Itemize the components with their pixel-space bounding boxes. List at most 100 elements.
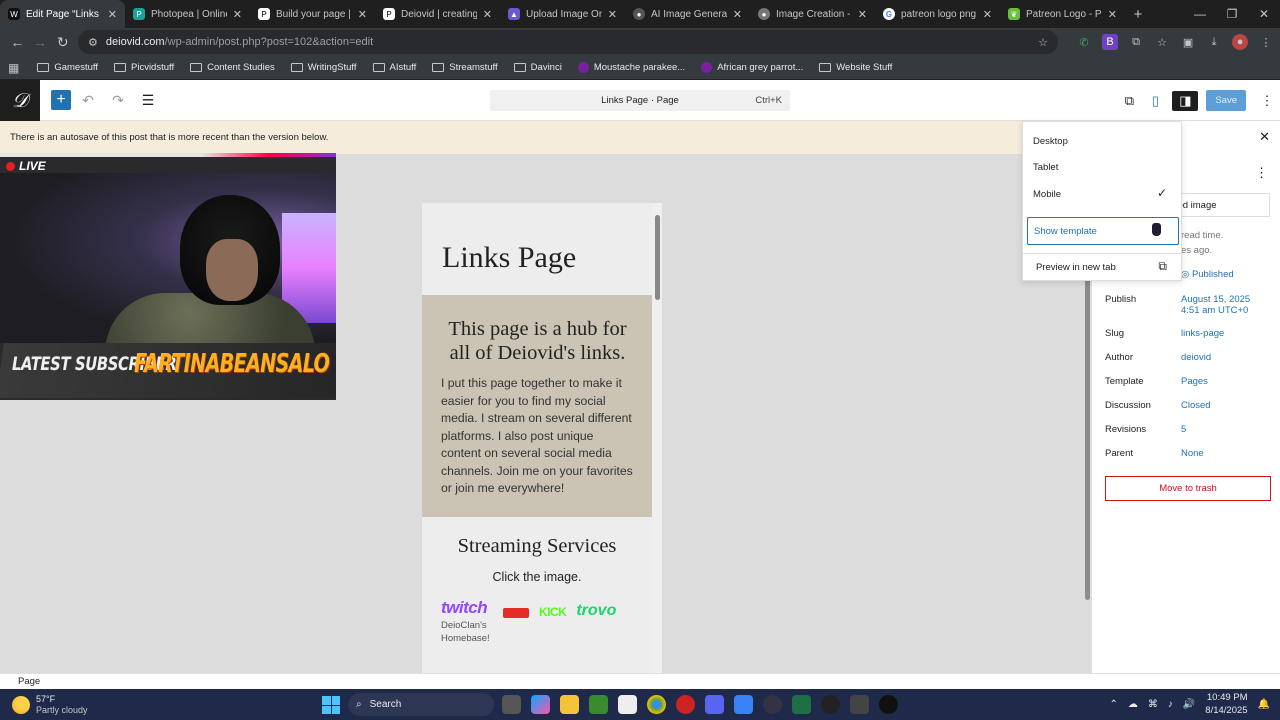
- close-tab-icon[interactable]: ✕: [1108, 8, 1117, 21]
- sidebar-options-icon[interactable]: ⋮: [1255, 165, 1268, 181]
- microphone-icon[interactable]: ♪: [1168, 699, 1173, 710]
- profile-avatar[interactable]: ●: [1232, 34, 1249, 50]
- mobile-preview-icon[interactable]: ▯: [1142, 93, 1168, 109]
- close-tab-icon[interactable]: ✕: [233, 8, 242, 21]
- command-palette-button[interactable]: Links Page · Page Ctrl+K: [490, 90, 790, 111]
- author-row[interactable]: Author deiovid: [1105, 352, 1275, 363]
- bookmark-writingstuff[interactable]: WritingStuff: [290, 62, 357, 73]
- tab-patreon-logo[interactable]: ❦ Patreon Logo - Patre ✕: [1000, 0, 1125, 28]
- close-tab-icon[interactable]: ✕: [983, 8, 992, 21]
- puzzle-icon[interactable]: ⧉: [1128, 34, 1144, 50]
- network-icon[interactable]: ⌘: [1148, 699, 1158, 710]
- onedrive-icon[interactable]: ☁: [1128, 699, 1138, 710]
- volume-icon[interactable]: 🔊: [1183, 699, 1195, 710]
- windows-start-icon[interactable]: [322, 696, 340, 714]
- revisions-row[interactable]: Revisions 5: [1105, 424, 1275, 435]
- close-tab-icon[interactable]: ✕: [483, 8, 492, 21]
- fingerprint-app-icon[interactable]: [763, 695, 782, 714]
- forward-icon[interactable]: →: [29, 30, 52, 54]
- bookmark-content-studies[interactable]: Content Studies: [190, 62, 275, 73]
- site-info-icon[interactable]: ⚙: [88, 36, 98, 49]
- document-overview-icon[interactable]: ☰: [135, 92, 161, 109]
- tab-patreon-build[interactable]: P Build your page | Patreon ✕: [250, 0, 375, 28]
- menu-item-tablet[interactable]: Tablet: [1033, 162, 1058, 173]
- preview-scrollbar[interactable]: [652, 203, 662, 673]
- click-instruction[interactable]: Click the image.: [422, 570, 652, 584]
- bookmark-website-stuff[interactable]: Website Stuff: [819, 62, 892, 73]
- bookmark-star-icon[interactable]: ☆: [1038, 36, 1048, 49]
- save-button[interactable]: Save: [1206, 90, 1246, 111]
- discussion-row[interactable]: Discussion Closed: [1105, 400, 1275, 411]
- copilot-app-icon[interactable]: [531, 695, 550, 714]
- back-icon[interactable]: ←: [6, 30, 29, 54]
- drive-app-icon[interactable]: [618, 695, 637, 714]
- close-tab-icon[interactable]: ✕: [608, 8, 617, 21]
- phone-extension-icon[interactable]: ✆: [1076, 34, 1092, 50]
- tab-edit-page[interactable]: W Edit Page “Links Page” ✕: [0, 0, 125, 28]
- close-sidebar-icon[interactable]: ✕: [1259, 129, 1270, 145]
- tab-photopea[interactable]: P Photopea | Online Photo ✕: [125, 0, 250, 28]
- reload-icon[interactable]: ↻: [51, 30, 74, 54]
- menu-item-mobile[interactable]: Mobile: [1033, 189, 1061, 200]
- breadcrumb[interactable]: Page: [18, 676, 40, 687]
- twitch-logo-block[interactable]: twitch DeioClan's Homebase!: [441, 598, 493, 646]
- close-tab-icon[interactable]: ✕: [733, 8, 742, 21]
- restore-icon[interactable]: ❐: [1216, 0, 1248, 28]
- view-page-icon[interactable]: ⧉: [1116, 93, 1142, 109]
- publish-row[interactable]: Publish August 15, 2025 4:51 am UTC+0: [1105, 294, 1275, 316]
- menu-item-desktop[interactable]: Desktop: [1033, 136, 1068, 147]
- minimize-icon[interactable]: —: [1184, 0, 1216, 28]
- explorer-app-icon[interactable]: [502, 695, 521, 714]
- close-tab-icon[interactable]: ✕: [858, 8, 867, 21]
- template-row[interactable]: Template Pages: [1105, 376, 1275, 387]
- new-tab-button[interactable]: +: [1125, 0, 1151, 28]
- settings-sidebar-icon[interactable]: ◨: [1172, 90, 1199, 111]
- trovo-logo[interactable]: trovo: [576, 602, 616, 620]
- minecraft-app-icon[interactable]: [589, 695, 608, 714]
- close-window-icon[interactable]: ✕: [1248, 0, 1280, 28]
- slug-row[interactable]: Slug links-page: [1105, 328, 1275, 339]
- clock[interactable]: 10:49 PM 8/14/2025: [1205, 692, 1247, 717]
- files-app-icon[interactable]: [560, 695, 579, 714]
- chrome-app-icon[interactable]: [647, 695, 666, 714]
- hub-paragraph[interactable]: I put this page together to make it easi…: [441, 375, 634, 497]
- kick-logo[interactable]: KICK: [539, 605, 567, 619]
- tab-google-search[interactable]: G patreon logo png - G ✕: [875, 0, 1000, 28]
- discord-app-icon[interactable]: [705, 695, 724, 714]
- tab-upload-image[interactable]: ▲ Upload Image Online ✕: [500, 0, 625, 28]
- parent-row[interactable]: Parent None: [1105, 448, 1275, 459]
- bookmark-aistuff[interactable]: AIstuff: [372, 62, 416, 73]
- favorites-icon[interactable]: ☆: [1154, 34, 1170, 50]
- tray-chevron-icon[interactable]: ⌃: [1109, 699, 1117, 710]
- notifications-icon[interactable]: 🔔: [1258, 699, 1270, 710]
- hub-group-block[interactable]: This page is a hub for all of Deiovid's …: [422, 295, 652, 518]
- youtube-gaming-logo[interactable]: [503, 608, 529, 619]
- close-tab-icon[interactable]: ✕: [108, 8, 117, 21]
- move-to-trash-button[interactable]: Move to trash: [1105, 476, 1271, 501]
- download-icon[interactable]: ⤓: [1206, 34, 1222, 50]
- excel-app-icon[interactable]: [792, 695, 811, 714]
- redo-icon[interactable]: ↷: [105, 92, 131, 109]
- bookmark-davinci[interactable]: Davinci: [513, 62, 562, 73]
- streaming-heading[interactable]: Streaming Services: [422, 535, 652, 558]
- bookmark-african-grey[interactable]: African grey parrot...: [701, 62, 803, 73]
- weather-widget[interactable]: 57°F Partly cloudy: [12, 694, 88, 716]
- profile-extension-icon[interactable]: B: [1102, 34, 1119, 50]
- apps-grid-icon[interactable]: ▦: [8, 61, 19, 75]
- github-app-icon[interactable]: [879, 695, 898, 714]
- preview-scroll-thumb[interactable]: [655, 215, 660, 300]
- preview-new-tab-option[interactable]: Preview in new tab: [1036, 262, 1116, 273]
- close-tab-icon[interactable]: ✕: [358, 8, 367, 21]
- bookmark-gamestuff[interactable]: Gamestuff: [37, 62, 98, 73]
- sidepanel-icon[interactable]: ▣: [1180, 34, 1196, 50]
- taskbar-search[interactable]: ⌕ Search: [348, 693, 494, 716]
- add-block-button[interactable]: +: [51, 90, 71, 110]
- tab-ai-generator[interactable]: ● AI Image Generator - ✕: [625, 0, 750, 28]
- hub-heading[interactable]: This page is a hub for all of Deiovid's …: [441, 317, 634, 365]
- undo-icon[interactable]: ↶: [75, 92, 101, 109]
- tab-leonardo[interactable]: ● Image Creation - Leon ✕: [750, 0, 875, 28]
- editor-app-icon[interactable]: [850, 695, 869, 714]
- site-logo-icon[interactable]: 𝒟: [0, 79, 40, 121]
- options-kebab-icon[interactable]: ⋮: [1254, 93, 1280, 109]
- ets-app-icon[interactable]: [676, 695, 695, 714]
